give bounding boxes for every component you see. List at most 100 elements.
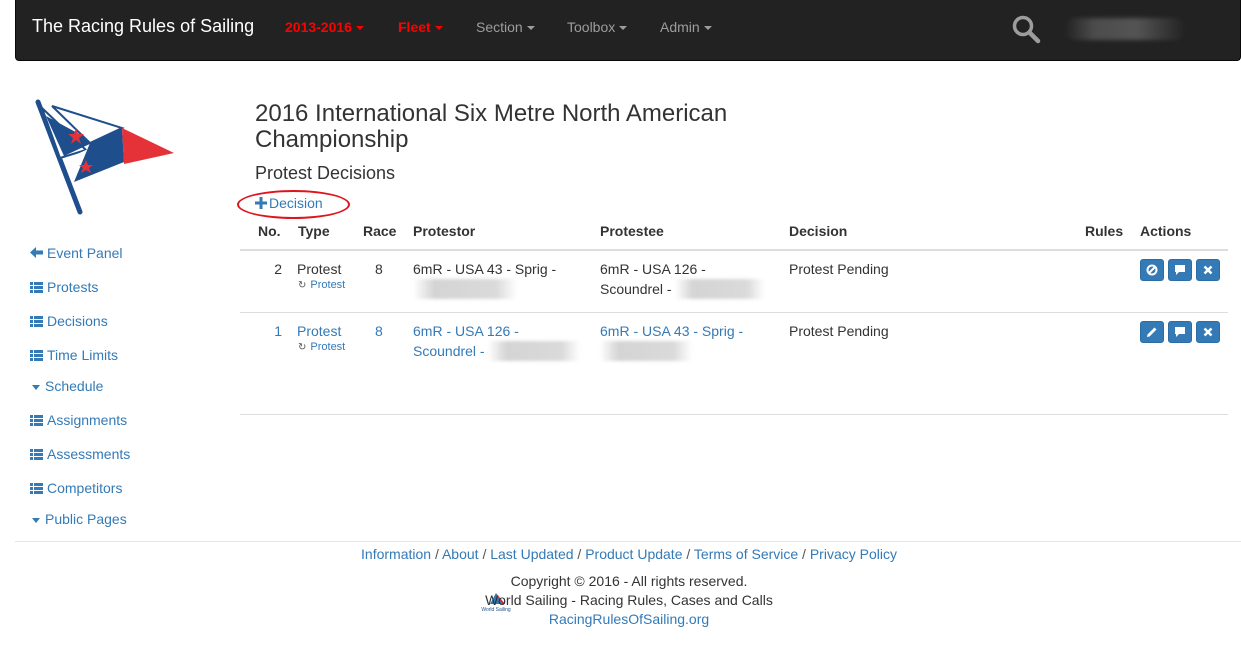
nav-fleet-dropdown[interactable]: Fleet [398, 19, 443, 35]
row-divider [240, 312, 1228, 313]
footer-link-privacy[interactable]: Privacy Policy [810, 546, 897, 562]
page-subtitle: Protest Decisions [255, 163, 396, 183]
sidebar-item-competitors[interactable]: Competitors [30, 480, 122, 496]
row-type-link[interactable]: ↻ Protest [298, 341, 345, 353]
comment-button[interactable] [1168, 321, 1192, 343]
footer-link-last-updated[interactable]: Last Updated [490, 546, 573, 562]
column-header-protestor: Protestor [413, 223, 476, 239]
sidebar-item-time-limits[interactable]: Time Limits [30, 347, 118, 363]
comment-button[interactable] [1168, 259, 1192, 281]
brand-link[interactable]: The Racing Rules of Sailing [32, 16, 254, 37]
annotation-ellipse [237, 190, 350, 219]
org-text: World Sailing - Racing Rules, Cases and … [485, 592, 773, 608]
ban-button[interactable] [1140, 259, 1164, 281]
row-protestor: 6mR - USA 43 - Sprig - [413, 259, 588, 299]
ban-icon [1146, 264, 1158, 276]
nav-section-label: Section [476, 19, 523, 35]
nav-admin-label: Admin [660, 19, 700, 35]
comment-icon [1175, 265, 1185, 275]
column-header-rules: Rules [1085, 223, 1124, 239]
row-type-link-label: Protest [310, 279, 346, 291]
sidebar-item-label: Event Panel [47, 245, 123, 261]
sidebar-item-assessments[interactable]: Assessments [30, 446, 130, 462]
nav-admin-dropdown[interactable]: Admin [660, 19, 712, 35]
sidebar-item-protests[interactable]: Protests [30, 279, 98, 295]
footer-divider [15, 541, 1241, 542]
sidebar-item-event-panel[interactable]: Event Panel [30, 245, 123, 261]
list-icon [30, 483, 43, 494]
list-icon [30, 350, 43, 361]
site-link[interactable]: RacingRulesOfSailing.org [0, 611, 1241, 627]
arrow-left-icon [30, 245, 44, 261]
nav-fleet-label: Fleet [398, 19, 431, 35]
column-header-no: No. [258, 223, 281, 239]
sidebar-item-assignments[interactable]: Assignments [30, 412, 127, 428]
refresh-icon: ↻ [298, 342, 307, 353]
column-header-race: Race [363, 223, 397, 239]
chevron-down-icon [434, 26, 443, 31]
top-navbar: The Racing Rules of Sailing 2013-2016 Fl… [15, 0, 1241, 61]
sidebar-item-label: Decisions [47, 313, 108, 329]
comment-icon [1175, 327, 1185, 337]
column-header-actions: Actions [1140, 223, 1192, 239]
chevron-down-icon [619, 26, 628, 31]
sidebar-item-label: Time Limits [47, 347, 119, 363]
delete-button[interactable] [1196, 259, 1220, 281]
redacted-name [600, 341, 692, 361]
club-burgee-logo [35, 99, 174, 215]
row-decision: Protest Pending [789, 323, 889, 339]
nav-section-dropdown[interactable]: Section [476, 19, 535, 35]
user-menu[interactable] [1064, 18, 1186, 40]
redacted-name [675, 279, 766, 299]
row-type[interactable]: Protest [297, 321, 341, 341]
sidebar-item-label: Schedule [45, 378, 104, 394]
pencil-icon [1147, 327, 1157, 337]
edit-button[interactable] [1140, 321, 1164, 343]
chevron-down-icon [526, 26, 535, 31]
sidebar-item-label: Assignments [47, 412, 128, 428]
row-divider [240, 414, 1228, 415]
row-type-link[interactable]: ↻ Protest [298, 279, 345, 291]
row-protestor-line2: Scoundrel - [413, 343, 485, 359]
row-no[interactable]: 1 [258, 321, 282, 341]
row-protestee-line: 6mR - USA 43 - Sprig - [600, 323, 744, 339]
footer-link-product-update[interactable]: Product Update [585, 546, 682, 562]
nav-toolbox-dropdown[interactable]: Toolbox [567, 19, 628, 35]
redacted-name [413, 279, 517, 299]
sidebar-item-label: Public Pages [45, 511, 127, 527]
sidebar-item-label: Protests [47, 279, 99, 295]
nav-season-dropdown[interactable]: 2013-2016 [285, 19, 364, 35]
footer-link-information[interactable]: Information [361, 546, 431, 562]
sidebar-item-decisions[interactable]: Decisions [30, 313, 108, 329]
row-race: 8 [375, 261, 383, 277]
row-protestee[interactable]: 6mR - USA 43 - Sprig - [600, 321, 775, 361]
row-protestee: 6mR - USA 126 - Scoundrel - [600, 259, 775, 299]
search-icon[interactable] [1011, 14, 1041, 44]
sidebar-item-schedule[interactable]: Schedule [30, 378, 103, 394]
row-type: Protest [297, 261, 342, 277]
delete-button[interactable] [1196, 321, 1220, 343]
footer-link-terms[interactable]: Terms of Service [694, 546, 798, 562]
column-header-type: Type [298, 223, 330, 239]
nav-toolbox-label: Toolbox [567, 19, 616, 35]
chevron-down-icon [703, 26, 712, 31]
footer-link-about[interactable]: About [442, 546, 479, 562]
sidebar-item-label: Competitors [47, 480, 123, 496]
remove-icon [1203, 265, 1213, 275]
row-protestor-line: 6mR - USA 126 - [413, 323, 519, 339]
table-header-divider [240, 249, 1228, 251]
column-header-protestee: Protestee [600, 223, 664, 239]
page-title: 2016 International Six Metre North Ameri… [255, 100, 728, 153]
refresh-icon: ↻ [298, 280, 307, 291]
sidebar-item-public-pages[interactable]: Public Pages [30, 511, 127, 527]
row-no: 2 [274, 261, 282, 277]
row-type-link-label: Protest [310, 341, 346, 353]
caret-down-icon [32, 384, 40, 390]
row-protestee-line: 6mR - USA 126 - [600, 261, 706, 277]
list-icon [30, 316, 43, 327]
row-protestor-line: 6mR - USA 43 - Sprig - [413, 261, 557, 277]
row-race[interactable]: 8 [375, 321, 383, 341]
remove-icon [1203, 327, 1213, 337]
nav-season-label: 2013-2016 [285, 19, 352, 35]
row-protestor[interactable]: 6mR - USA 126 - Scoundrel - [413, 321, 588, 361]
